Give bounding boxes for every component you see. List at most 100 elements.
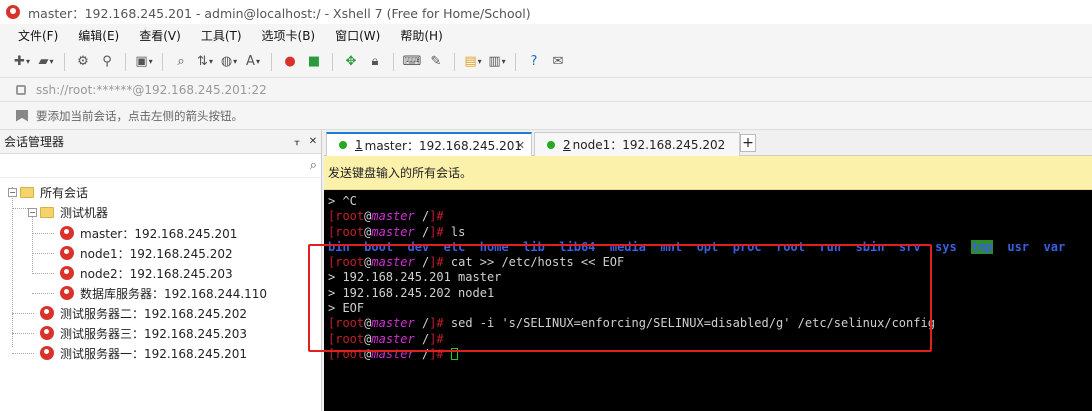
tree-folder[interactable]: − 测试机器 (28, 202, 108, 222)
tab-label: master：192.168.245.201 (364, 138, 523, 153)
globe-icon[interactable]: ◍ (219, 52, 239, 72)
session-label: 测试服务器二：192.168.245.202 (60, 306, 248, 321)
tree-session[interactable]: node1：192.168.245.202 (60, 243, 233, 263)
connected-icon (339, 141, 347, 149)
tab-number: 1 (355, 138, 363, 152)
menu-tools[interactable]: 工具(T) (191, 27, 252, 44)
tab-master[interactable]: 1 master：192.168.245.201 ✕ (326, 132, 532, 156)
tree-line (12, 208, 28, 209)
tree-line (12, 333, 34, 334)
toolbar-divider (162, 52, 163, 71)
tree-line (32, 273, 54, 274)
menu-help[interactable]: 帮助(H) (390, 27, 452, 44)
chat-icon[interactable]: ✉ (548, 52, 568, 72)
terminal-line: > ^C (328, 194, 357, 208)
tree-line (32, 233, 54, 234)
tree-session[interactable]: 测试服务器一：192.168.245.201 (40, 343, 247, 363)
prompt-dir: / (414, 224, 430, 239)
highlight-box (308, 244, 932, 352)
menu-edit[interactable]: 编辑(E) (68, 27, 129, 44)
tree-session[interactable]: 测试服务器二：192.168.245.202 (40, 303, 247, 323)
session-icon (60, 286, 74, 300)
window-title: master：192.168.245.201 - admin@localhost… (28, 5, 531, 21)
session-icon (60, 266, 74, 280)
pin-icon[interactable]: ᚁ (289, 136, 305, 147)
search-icon[interactable]: ⌕ (171, 52, 191, 72)
session-icon (60, 226, 74, 240)
session-label: node2：192.168.245.203 (80, 266, 233, 281)
lock-icon[interactable]: 🔒︎ (365, 52, 385, 72)
new-tab-icon[interactable]: ▤ (463, 52, 483, 72)
search-icon[interactable]: ⌕ (310, 158, 317, 173)
tree-session[interactable]: master：192.168.245.201 (60, 223, 237, 243)
prompt-host: master (371, 209, 415, 224)
folder-icon (40, 206, 54, 218)
tab-label: node1：192.168.245.202 (572, 138, 726, 152)
folder-icon (20, 186, 34, 198)
close-tab-icon[interactable]: ✕ (516, 139, 525, 152)
dir-entry-tmp: tmp (971, 239, 993, 254)
tree-line (12, 353, 34, 354)
toolbar: ✚ ▰ ⚙ ⚲ ▣ ⌕ ⇅ ◍ A ● ■ ✥ 🔒︎ ⌨ ✎ ▤ ▥ ? ✉ (0, 46, 1092, 78)
help-icon[interactable]: ? (524, 52, 544, 72)
terminal-line: [root@master /]# ls (328, 224, 466, 239)
terminal-line: [root@master /]# (328, 209, 444, 224)
menu-window[interactable]: 窗口(W) (325, 27, 390, 44)
add-tab-button[interactable]: + (740, 134, 756, 152)
tree-session[interactable]: 测试服务器三：192.168.245.203 (40, 323, 247, 343)
tree-line (12, 187, 13, 347)
font-icon[interactable]: A (243, 52, 263, 72)
session-label: 数据库服务器：192.168.244.110 (80, 286, 268, 301)
reconnect-icon[interactable]: ⚙ (73, 52, 93, 72)
tree-line (12, 313, 34, 314)
address-text[interactable]: ssh://root:******@192.168.245.201:22 (36, 83, 267, 97)
tree-folder-label: 测试机器 (60, 205, 109, 220)
xshell-icon[interactable]: ● (280, 52, 300, 72)
bookmark-icon[interactable] (16, 109, 28, 122)
toolbar-divider (454, 52, 455, 71)
tab-node1[interactable]: 2 node1：192.168.245.202 (534, 132, 740, 156)
hint-text: 要添加当前会话，点击左侧的箭头按钮。 (36, 108, 243, 123)
new-session-icon[interactable]: ✚ (12, 52, 32, 72)
close-icon[interactable]: ✕ (305, 136, 321, 147)
session-search[interactable]: ⌕ (0, 154, 321, 178)
keyboard-icon[interactable]: ⌨ (402, 52, 422, 72)
disconnect-icon[interactable]: ⚲ (97, 52, 117, 72)
layout-icon[interactable]: ▥ (487, 52, 507, 72)
toolbar-divider (393, 52, 394, 71)
toolbar-divider (332, 52, 333, 71)
collapse-icon[interactable]: − (8, 187, 17, 197)
dir-entry: sys (935, 239, 957, 254)
prompt-user: root (335, 224, 365, 239)
session-icon (40, 326, 54, 340)
tree-line (32, 293, 54, 294)
connected-icon (547, 140, 555, 149)
dir-entry: usr (1007, 239, 1030, 254)
fullscreen-icon[interactable]: ✥ (341, 52, 361, 72)
xshell-logo-icon (6, 5, 20, 19)
session-icon (40, 306, 54, 320)
xftp-icon[interactable]: ■ (304, 52, 324, 72)
lock-icon (16, 84, 26, 95)
session-label: 测试服务器三：192.168.245.203 (60, 326, 248, 341)
collapse-icon[interactable]: − (28, 207, 37, 217)
properties-icon[interactable]: ▣ (134, 52, 154, 72)
session-manager-panel: 会话管理器 ᚁ ✕ ⌕ − 所有会话 − 测试机器 master：192.168… (0, 130, 322, 411)
session-label: 测试服务器一：192.168.245.201 (60, 346, 248, 361)
title-bar: master：192.168.245.201 - admin@localhost… (0, 0, 1092, 24)
menu-tabs[interactable]: 选项卡(B) (252, 27, 326, 44)
menu-bar: 文件(F) 编辑(E) 查看(V) 工具(T) 选项卡(B) 窗口(W) 帮助(… (0, 24, 1092, 46)
address-bar[interactable]: ssh://root:******@192.168.245.201:22 (0, 78, 1092, 102)
tree-session[interactable]: node2：192.168.245.203 (60, 263, 233, 283)
tree-session[interactable]: 数据库服务器：192.168.244.110 (60, 283, 267, 303)
compose-icon[interactable]: ✎ (426, 52, 446, 72)
open-folder-icon[interactable]: ▰ (36, 52, 56, 72)
broadcast-bar: 发送键盘输入的所有会话。 (324, 156, 1092, 190)
session-icon (40, 346, 54, 360)
transfer-icon[interactable]: ⇅ (195, 52, 215, 72)
tree-root[interactable]: − 所有会话 (8, 182, 88, 202)
menu-file[interactable]: 文件(F) (8, 27, 68, 44)
session-icon (60, 246, 74, 260)
menu-view[interactable]: 查看(V) (129, 27, 191, 44)
toolbar-divider (64, 52, 65, 71)
